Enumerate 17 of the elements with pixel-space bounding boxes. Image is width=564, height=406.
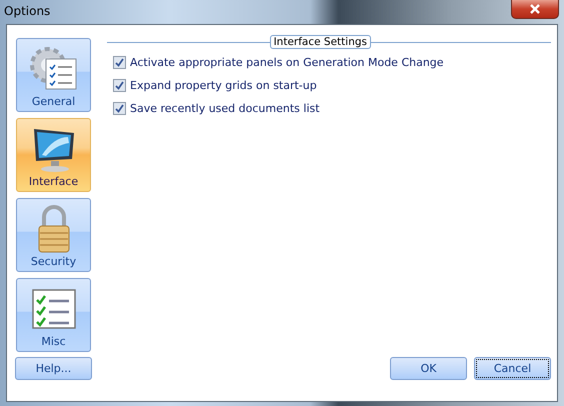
checkbox-label: Expand property grids on start-up — [130, 79, 317, 92]
window-title: Options — [4, 4, 50, 18]
sidebar-item[interactable]: Security — [16, 198, 91, 272]
sidebar-item[interactable]: Misc — [16, 278, 91, 352]
close-icon — [529, 4, 541, 14]
sidebar-item[interactable]: General — [16, 38, 91, 112]
sidebar-item[interactable]: Interface — [16, 118, 91, 192]
checkbox-label: Save recently used documents list — [130, 102, 320, 115]
cancel-button[interactable]: Cancel — [474, 357, 551, 380]
group-title: Interface Settings — [270, 35, 371, 49]
close-button[interactable] — [511, 0, 559, 19]
ok-button[interactable]: OK — [390, 357, 467, 380]
help-button[interactable]: Help... — [15, 357, 92, 380]
checkbox[interactable] — [113, 56, 126, 69]
checkbox[interactable] — [113, 102, 126, 115]
checkbox[interactable] — [113, 79, 126, 92]
checkbox-label: Activate appropriate panels on Generation Mode Change — [130, 56, 444, 69]
